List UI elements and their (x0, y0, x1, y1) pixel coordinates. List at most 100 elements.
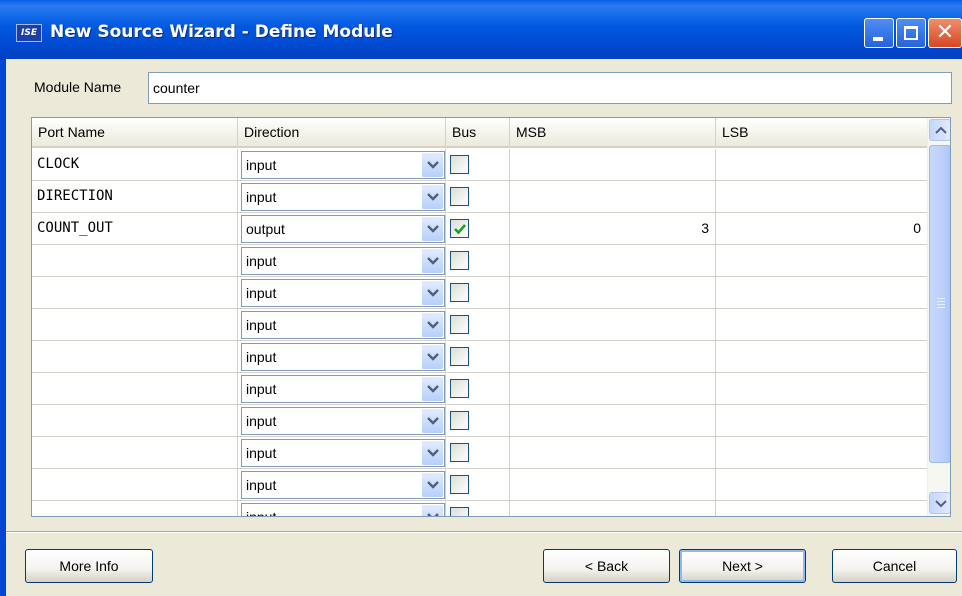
port-name-cell[interactable] (32, 373, 238, 404)
lsb-cell[interactable] (716, 501, 927, 516)
direction-select[interactable]: input (241, 375, 445, 403)
msb-cell[interactable]: 3 (510, 213, 716, 244)
bus-checkbox[interactable] (450, 411, 469, 430)
port-name-cell[interactable] (32, 405, 238, 436)
header-direction[interactable]: Direction (238, 118, 446, 146)
next-button[interactable]: Next > (679, 549, 806, 583)
bus-checkbox[interactable] (450, 283, 469, 302)
port-name-cell[interactable]: CLOCK (32, 149, 238, 180)
port-name-cell[interactable] (32, 341, 238, 372)
lsb-cell[interactable] (716, 245, 927, 276)
bus-checkbox[interactable] (450, 155, 469, 174)
lsb-cell[interactable] (716, 373, 927, 404)
msb-cell[interactable] (510, 277, 716, 308)
port-name-cell[interactable]: DIRECTION (32, 181, 238, 212)
dropdown-button[interactable] (421, 185, 443, 209)
bus-checkbox[interactable] (450, 219, 469, 238)
bus-checkbox[interactable] (450, 443, 469, 462)
dropdown-button[interactable] (421, 377, 443, 401)
header-msb[interactable]: MSB (510, 118, 716, 146)
port-name-cell[interactable] (32, 469, 238, 500)
vertical-scrollbar[interactable] (927, 118, 950, 516)
direction-value: input (246, 445, 277, 461)
msb-cell[interactable] (510, 405, 716, 436)
port-name-cell[interactable] (32, 277, 238, 308)
minimize-button[interactable] (864, 18, 894, 48)
table-row: input (32, 501, 927, 516)
bus-checkbox[interactable] (450, 507, 469, 516)
bus-cell (446, 309, 510, 340)
cancel-button[interactable]: Cancel (832, 549, 957, 583)
scroll-up-button[interactable] (929, 119, 950, 141)
direction-select[interactable]: input (241, 471, 445, 499)
port-name-cell[interactable] (32, 245, 238, 276)
dropdown-button[interactable] (421, 313, 443, 337)
lsb-cell[interactable] (716, 469, 927, 500)
bus-checkbox[interactable] (450, 347, 469, 366)
direction-cell: input (238, 149, 446, 180)
dropdown-button[interactable] (421, 217, 443, 241)
port-name-cell[interactable] (32, 437, 238, 468)
msb-cell[interactable] (510, 469, 716, 500)
dropdown-button[interactable] (421, 409, 443, 433)
direction-select[interactable]: input (241, 183, 445, 211)
bus-checkbox[interactable] (450, 475, 469, 494)
dropdown-button[interactable] (421, 153, 443, 177)
direction-select[interactable]: input (241, 151, 445, 179)
direction-select[interactable]: input (241, 247, 445, 275)
msb-cell[interactable] (510, 245, 716, 276)
direction-select[interactable]: input (241, 439, 445, 467)
dropdown-button[interactable] (421, 505, 443, 516)
port-grid: Port Name Direction Bus MSB LSB CLOCK inp… (31, 117, 951, 517)
bus-checkbox[interactable] (450, 315, 469, 334)
table-row: CLOCK input (32, 149, 927, 181)
msb-cell[interactable] (510, 149, 716, 180)
direction-value: input (246, 381, 277, 397)
lsb-cell[interactable] (716, 405, 927, 436)
msb-cell[interactable] (510, 373, 716, 404)
direction-select[interactable]: input (241, 503, 445, 516)
msb-cell[interactable] (510, 309, 716, 340)
title-bar[interactable]: ISE New Source Wizard - Define Module ✕ (0, 0, 962, 59)
bus-checkbox[interactable] (450, 251, 469, 270)
lsb-cell[interactable] (716, 277, 927, 308)
module-name-input[interactable]: counter (148, 72, 952, 104)
lsb-cell[interactable] (716, 437, 927, 468)
direction-select[interactable]: output (241, 215, 445, 243)
port-name-cell[interactable] (32, 501, 238, 516)
msb-cell[interactable] (510, 181, 716, 212)
msb-cell[interactable] (510, 341, 716, 372)
lsb-cell[interactable] (716, 181, 927, 212)
maximize-button[interactable] (896, 18, 926, 48)
dropdown-button[interactable] (421, 441, 443, 465)
dropdown-button[interactable] (421, 281, 443, 305)
lsb-cell[interactable] (716, 309, 927, 340)
more-info-button[interactable]: More Info (25, 549, 153, 583)
scroll-thumb[interactable] (929, 145, 950, 463)
header-bus[interactable]: Bus (446, 118, 510, 146)
port-name-cell[interactable]: COUNT_OUT (32, 213, 238, 244)
port-name-cell[interactable] (32, 309, 238, 340)
ise-app-icon: ISE (16, 24, 42, 42)
scroll-down-button[interactable] (929, 492, 950, 514)
direction-select[interactable]: input (241, 311, 445, 339)
header-port-name[interactable]: Port Name (32, 118, 238, 146)
back-button[interactable]: < Back (543, 549, 670, 583)
lsb-cell[interactable] (716, 149, 927, 180)
direction-select[interactable]: input (241, 279, 445, 307)
dropdown-button[interactable] (421, 345, 443, 369)
direction-cell: input (238, 309, 446, 340)
header-lsb[interactable]: LSB (716, 118, 927, 146)
msb-cell[interactable] (510, 437, 716, 468)
bus-checkbox[interactable] (450, 379, 469, 398)
direction-select[interactable]: input (241, 407, 445, 435)
dropdown-button[interactable] (421, 249, 443, 273)
close-button[interactable]: ✕ (928, 18, 962, 48)
lsb-cell[interactable] (716, 341, 927, 372)
dropdown-button[interactable] (421, 473, 443, 497)
bus-cell (446, 341, 510, 372)
msb-cell[interactable] (510, 501, 716, 516)
direction-select[interactable]: input (241, 343, 445, 371)
bus-checkbox[interactable] (450, 187, 469, 206)
lsb-cell[interactable]: 0 (716, 213, 927, 244)
